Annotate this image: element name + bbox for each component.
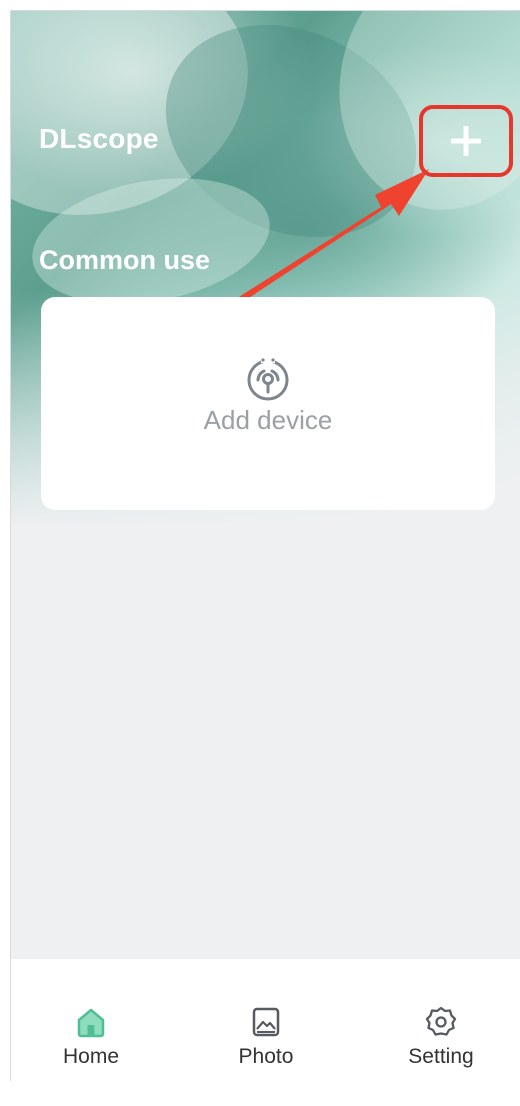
bottom-tab-bar: Home Photo Setting: [11, 959, 520, 1081]
add-device-label: Add device: [203, 405, 333, 435]
tab-photo[interactable]: Photo: [206, 1005, 326, 1069]
section-title: Common use: [39, 245, 211, 275]
app-title: DLscope: [39, 123, 159, 154]
tab-setting[interactable]: Setting: [381, 1005, 501, 1069]
wireless-signal-icon: [247, 357, 289, 401]
app-screen: DLscope Common use Add device Home Photo…: [10, 10, 520, 1081]
tab-home[interactable]: Home: [31, 1005, 151, 1069]
add-device-button[interactable]: [419, 105, 513, 177]
tab-photo-label: Photo: [238, 1045, 294, 1068]
plus-icon: [451, 126, 481, 156]
home-icon: [77, 1008, 105, 1038]
tab-home-label: Home: [62, 1045, 120, 1068]
gear-icon: [425, 1006, 457, 1036]
photo-icon: [252, 1007, 280, 1037]
add-device-card[interactable]: Add device: [41, 297, 495, 510]
tab-setting-label: Setting: [408, 1045, 474, 1068]
